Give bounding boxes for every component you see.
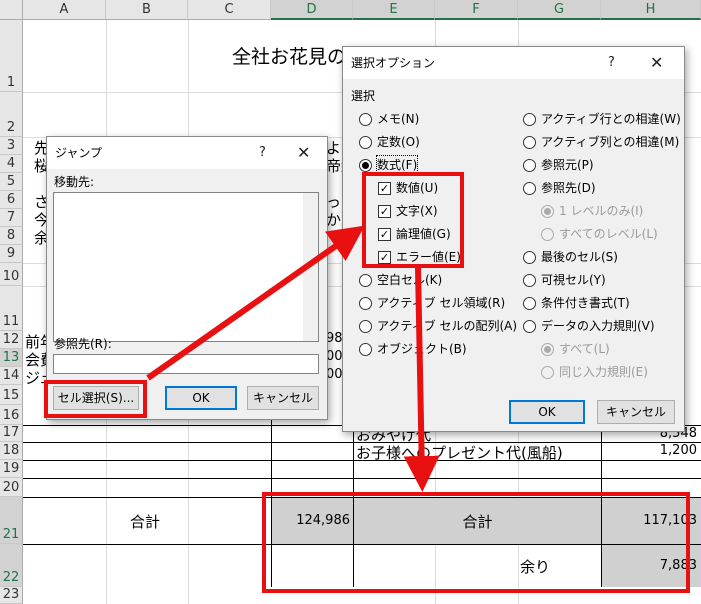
arrow-to-result [403,267,440,492]
arrow-to-select-dialog [146,225,365,381]
annotation-arrows [146,225,440,492]
